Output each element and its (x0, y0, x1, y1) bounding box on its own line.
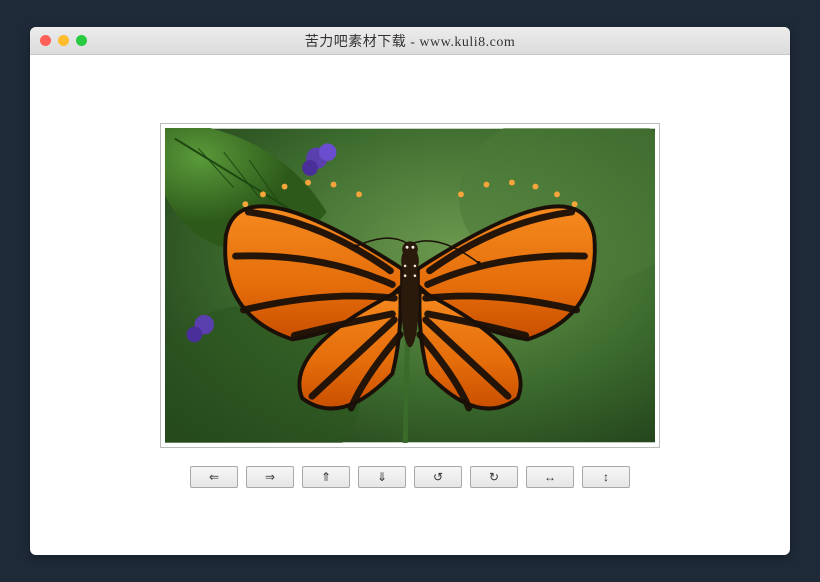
rotate-cw-icon[interactable]: ↻ (470, 466, 518, 488)
arrow-down-icon[interactable]: ⇓ (358, 466, 406, 488)
flip-horizontal-icon[interactable]: ↔ (526, 466, 574, 488)
close-icon[interactable] (40, 35, 51, 46)
window-controls (40, 35, 87, 46)
titlebar: 苦力吧素材下载 - www.kuli8.com (30, 27, 790, 55)
content-area: ⇐ ⇒ ⇑ ⇓ ↺ ↻ ↔ ↕ (30, 55, 790, 555)
image-viewer (160, 123, 660, 448)
window-title: 苦力吧素材下载 - www.kuli8.com (305, 31, 515, 51)
flip-vertical-icon[interactable]: ↕ (582, 466, 630, 488)
arrow-right-icon[interactable]: ⇒ (246, 466, 294, 488)
app-window: 苦力吧素材下载 - www.kuli8.com (30, 27, 790, 555)
rotate-ccw-icon[interactable]: ↺ (414, 466, 462, 488)
arrow-up-icon[interactable]: ⇑ (302, 466, 350, 488)
butterfly-image (165, 128, 655, 443)
toolbar: ⇐ ⇒ ⇑ ⇓ ↺ ↻ ↔ ↕ (190, 466, 630, 488)
arrow-left-icon[interactable]: ⇐ (190, 466, 238, 488)
minimize-icon[interactable] (58, 35, 69, 46)
maximize-icon[interactable] (76, 35, 87, 46)
